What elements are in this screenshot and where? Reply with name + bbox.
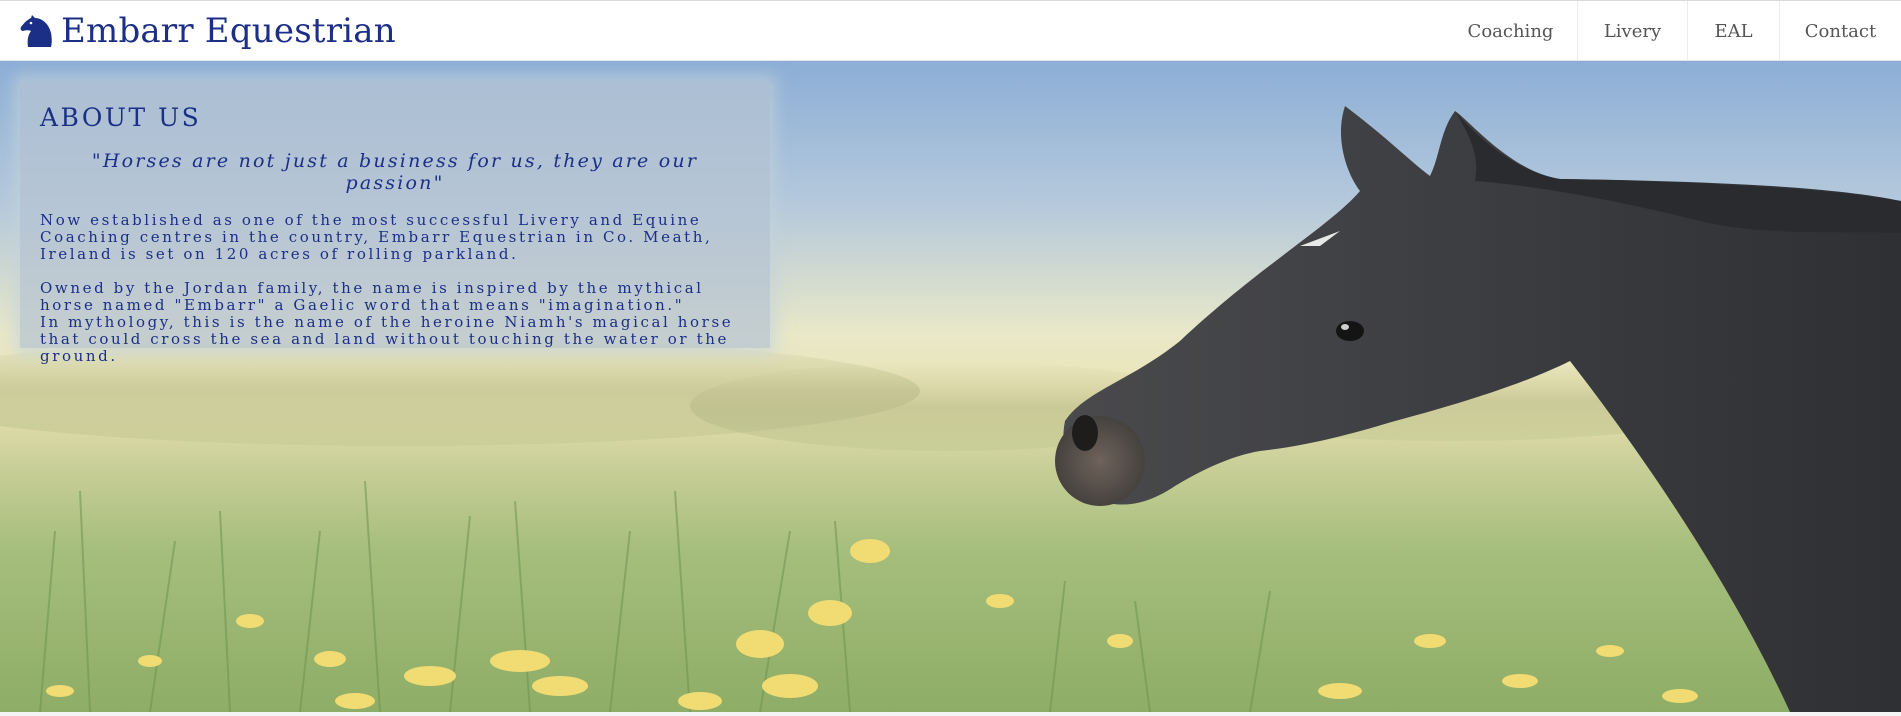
nav-menu: Coaching Livery EAL Contact [1444,1,1901,61]
top-navbar: Embarr Equestrian Coaching Livery EAL Co… [0,0,1901,61]
horse-head-icon [20,15,52,47]
brand-name: Embarr Equestrian [61,11,396,51]
nav-item-livery[interactable]: Livery [1577,1,1687,61]
nav-item-coaching[interactable]: Coaching [1444,1,1577,61]
nav-item-eal[interactable]: EAL [1687,1,1779,61]
about-quote: "Horses are not just a business for us, … [91,150,699,194]
about-paragraph-1: Now established as one of the most succe… [40,211,713,263]
brand[interactable]: Embarr Equestrian [19,11,396,51]
about-heading: ABOUT US [40,103,202,132]
about-paragraph-2-line-1: Owned by the Jordan family, the name is … [40,279,704,314]
about-paragraph-2-line-2: In mythology, this is the name of the he… [40,313,734,365]
about-panel: ABOUT US "Horses are not just a business… [20,81,770,365]
nav-item-contact[interactable]: Contact [1779,1,1901,61]
bottom-strip [0,712,1901,716]
about-paragraph-2: Owned by the Jordan family, the name is … [40,280,750,365]
